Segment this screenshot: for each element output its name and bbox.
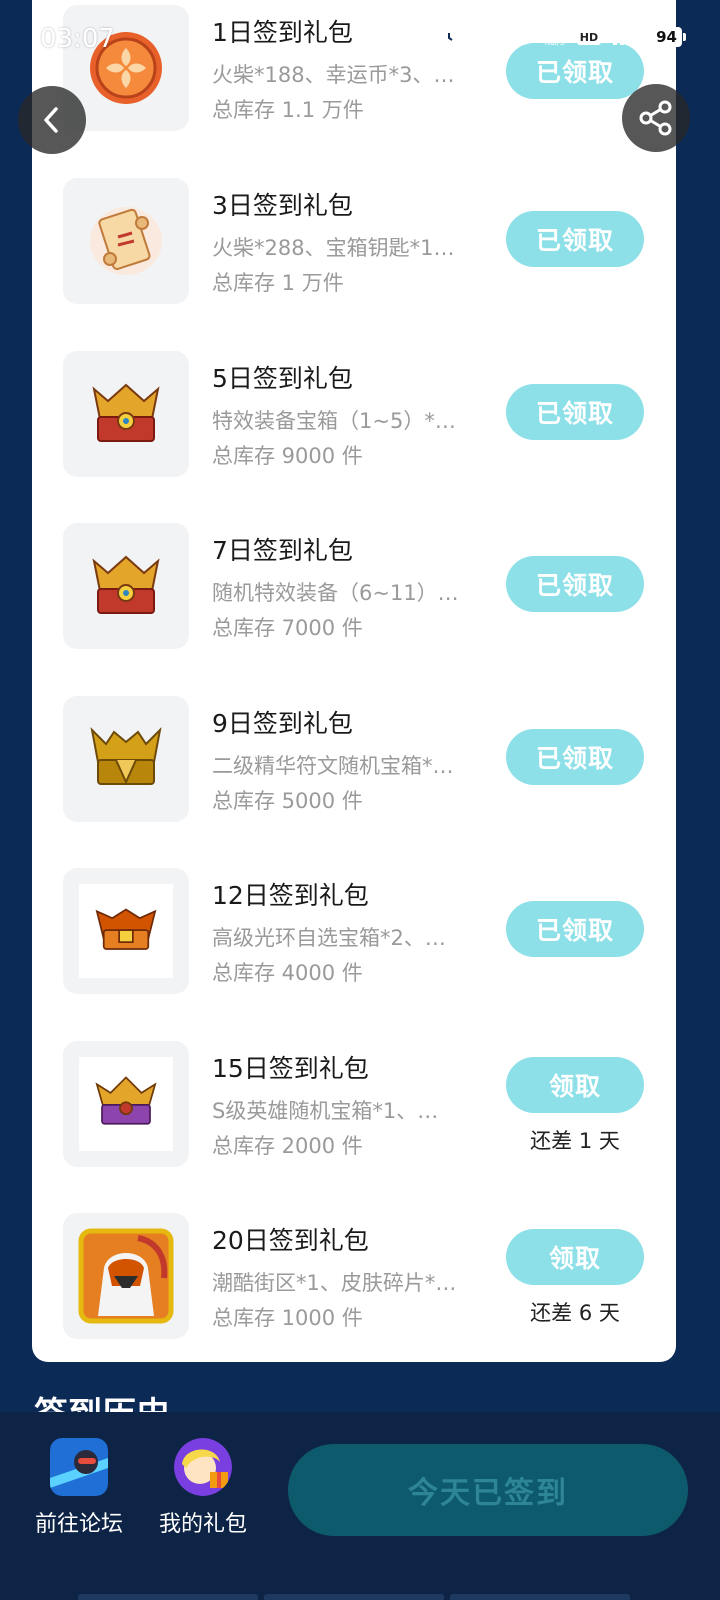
alarm-icon	[438, 26, 460, 48]
gift-thumbnail	[63, 523, 189, 649]
gift-stock: 总库存 2000 件	[212, 1134, 363, 1158]
gift-description: 潮酷街区*1、皮肤碎片*…	[212, 1271, 457, 1295]
chest-icon	[92, 555, 160, 614]
gift-item: 9日签到礼包 二级精华符文随机宝箱*… 总库存 5000 件 已领取	[32, 692, 676, 822]
gift-item: 12日签到礼包 高级光环自选宝箱*2、… 总库存 4000 件 已领取	[32, 864, 676, 994]
net-speed: 10.8 KB/s	[542, 25, 567, 49]
gift-description: 特效装备宝箱（1~5）*…	[212, 409, 456, 433]
battery-indicator: 94	[651, 27, 686, 47]
gift-description: 二级精华符文随机宝箱*…	[212, 754, 454, 778]
days-remaining: 还差 1 天	[530, 1129, 620, 1153]
gift-thumbnail	[63, 351, 189, 477]
back-button[interactable]	[18, 86, 86, 154]
gift-title: 12日签到礼包	[212, 881, 369, 910]
net-speed-unit: KB/s	[544, 38, 565, 48]
my-gifts-nav[interactable]: 我的礼包	[148, 1438, 258, 1538]
gift-stock: 总库存 4000 件	[212, 961, 363, 985]
scroll-icon	[90, 207, 162, 275]
status-bar: 03:07 10.8 KB/s HD 4G 94	[0, 0, 720, 80]
gift-thumbnail	[63, 868, 189, 994]
chest-icon	[95, 908, 157, 950]
gift-stock: 总库存 1 万件	[212, 271, 344, 295]
vibrate-icon	[470, 26, 493, 48]
status-time: 03:07	[40, 24, 115, 54]
gift-item: 7日签到礼包 随机特效装备（6~11）… 总库存 7000 件 已领取	[32, 519, 676, 649]
gift-item: 20日签到礼包 潮酷街区*1、皮肤碎片*… 总库存 1000 件 领取 还差 6…	[32, 1209, 676, 1339]
gift-description: S级英雄随机宝箱*1、…	[212, 1099, 439, 1123]
claimed-button[interactable]: 已领取	[506, 211, 644, 267]
share-icon	[639, 100, 672, 136]
share-button[interactable]	[622, 84, 690, 152]
thumbnail-frame	[79, 1057, 173, 1151]
signed-in-today-button[interactable]: 今天已签到	[288, 1444, 688, 1536]
gift-thumbnail	[63, 1213, 189, 1339]
claimed-button[interactable]: 已领取	[506, 556, 644, 612]
gift-stock: 总库存 5000 件	[212, 789, 363, 813]
thumbnail-frame	[79, 884, 173, 978]
gift-title: 15日签到礼包	[212, 1054, 369, 1083]
claim-button[interactable]: 领取	[506, 1057, 644, 1113]
status-icons: 10.8 KB/s HD 4G 94	[438, 22, 686, 49]
gift-stock: 总库存 1000 件	[212, 1306, 363, 1330]
claimed-button[interactable]: 已领取	[506, 901, 644, 957]
gift-description: 随机特效装备（6~11）…	[212, 581, 459, 605]
gift-thumbnail	[63, 178, 189, 304]
forum-nav[interactable]: 前往论坛	[24, 1438, 134, 1538]
gift-description: 高级光环自选宝箱*2、…	[212, 926, 446, 950]
claim-button[interactable]: 领取	[506, 1229, 644, 1285]
forum-label: 前往论坛	[34, 1512, 123, 1537]
gift-thumbnail	[63, 1041, 189, 1167]
hero-portrait-icon	[78, 1228, 174, 1324]
gift-item: 5日签到礼包 特效装备宝箱（1~5）*… 总库存 9000 件 已领取	[32, 347, 676, 477]
gift-description: 火柴*288、宝箱钥匙*1…	[212, 236, 455, 260]
gift-thumbnail	[63, 696, 189, 822]
gift-item: 3日签到礼包 火柴*288、宝箱钥匙*1… 总库存 1 万件 已领取	[32, 174, 676, 304]
chevron-left-icon	[44, 107, 58, 133]
chest-icon	[95, 1076, 157, 1125]
gift-stock: 总库存 1.1 万件	[212, 98, 364, 122]
gift-list-card: 1日签到礼包 火柴*188、幸运币*3、… 总库存 1.1 万件 已领取 3日签…	[32, 0, 676, 1362]
gift-title: 20日签到礼包	[212, 1226, 369, 1255]
chest-icon	[92, 383, 160, 442]
signal-slash-icon	[502, 29, 533, 45]
gift-title: 9日签到礼包	[212, 709, 353, 738]
avatar-gift-icon	[174, 1438, 232, 1496]
days-remaining: 还差 6 天	[530, 1301, 620, 1325]
gift-title: 5日签到礼包	[212, 364, 353, 393]
golden-chest-icon	[90, 727, 162, 785]
gift-stock: 总库存 9000 件	[212, 444, 363, 468]
claimed-button[interactable]: 已领取	[506, 729, 644, 785]
net-speed-value: 10.8	[542, 25, 567, 38]
gift-title: 7日签到礼包	[212, 536, 353, 565]
my-gifts-label: 我的礼包	[158, 1512, 247, 1537]
gift-item: 15日签到礼包 S级英雄随机宝箱*1、… 总库存 2000 件 领取 还差 1 …	[32, 1037, 676, 1167]
network-type: 4G	[611, 22, 626, 33]
gift-title: 3日签到礼包	[212, 191, 353, 220]
gift-stock: 总库存 7000 件	[212, 616, 363, 640]
bottom-action-bar: 前往论坛 我的礼包 今天已签到	[0, 1412, 720, 1600]
hd-badge: HD	[576, 29, 602, 45]
cell-signal-icon: 4G	[611, 22, 641, 46]
claimed-button[interactable]: 已领取	[506, 384, 644, 440]
game-icon	[50, 1438, 108, 1496]
home-indicator	[78, 1594, 630, 1600]
